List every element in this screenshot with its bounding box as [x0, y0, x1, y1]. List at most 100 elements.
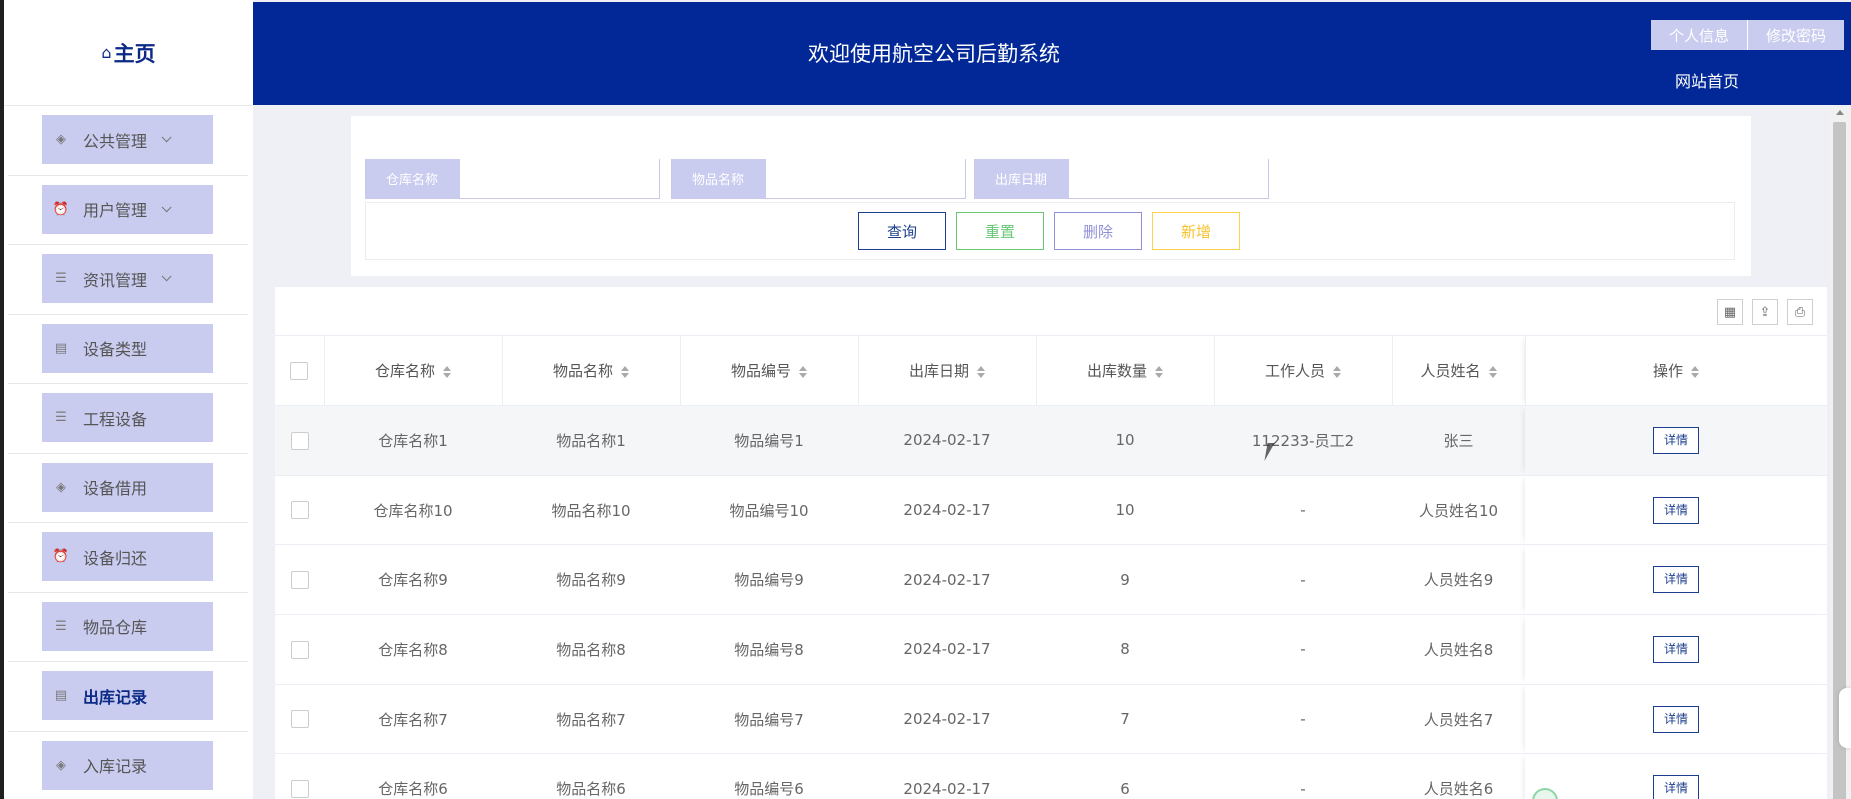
table-row: 仓库名称6 物品名称6 物品编号6 2024-02-17 6- 人员姓名6 详情 — [275, 753, 1827, 799]
table-cell: 10 — [1036, 405, 1214, 476]
sidebar-item-8[interactable]: ☰ 物品仓库 — [42, 601, 213, 651]
table-row: 仓库名称8 物品名称8 物品编号8 2024-02-17 8- 人员姓名8 详情 — [275, 614, 1827, 685]
column-header[interactable]: 出库日期 — [858, 335, 1037, 406]
row-checkbox[interactable] — [290, 710, 309, 729]
row-checkbox[interactable] — [290, 640, 309, 659]
site-home-link[interactable]: 网站首页 — [1675, 68, 1739, 92]
column-header-label: 操作 — [1652, 362, 1683, 380]
detail-button[interactable]: 详情 — [1653, 426, 1699, 454]
columns-icon[interactable]: ▦ — [1717, 299, 1743, 325]
sidebar-item-6[interactable]: ◈ 设备借用 — [42, 462, 213, 512]
column-header[interactable]: 工作人员 — [1214, 335, 1393, 406]
sidebar-item-10[interactable]: ◈ 入库记录 — [42, 740, 213, 790]
scroll-up-icon[interactable] — [1836, 110, 1844, 115]
sort-icon[interactable] — [443, 365, 451, 378]
clipboard-icon: ▤ — [54, 340, 68, 356]
sidebar-item-4[interactable]: ▤ 设备类型 — [42, 323, 213, 373]
export-icon[interactable]: ⇪ — [1752, 299, 1778, 325]
date-filter-label: 出库日期 — [975, 159, 1069, 198]
sidebar-item-label: 公共管理 — [83, 131, 148, 151]
column-header[interactable]: 物品编号 — [680, 335, 859, 406]
table-cell: 人员姓名8 — [1392, 614, 1525, 685]
select-all-checkbox[interactable] — [290, 361, 309, 380]
sidebar-item-7[interactable]: ⏰ 设备归还 — [42, 532, 213, 581]
column-header-label: 仓库名称 — [374, 362, 435, 380]
table-cell: 7 — [1036, 684, 1214, 755]
sort-icon[interactable] — [977, 365, 985, 378]
chevron-down-icon — [161, 201, 172, 212]
sidebar-row: ▤ 设备类型 — [8, 315, 248, 384]
layers-icon: ◈ — [56, 479, 66, 495]
action-cell: 详情 — [1525, 405, 1827, 476]
add-button[interactable]: 新增 — [1152, 212, 1240, 250]
column-header[interactable]: 人员姓名 — [1392, 335, 1526, 406]
table-cell: 10 — [1036, 475, 1214, 546]
profile-button[interactable]: 个人信息 — [1650, 20, 1747, 50]
detail-button[interactable]: 详情 — [1653, 496, 1699, 524]
change-password-button[interactable]: 修改密码 — [1746, 20, 1844, 50]
sort-icon[interactable] — [799, 365, 807, 378]
sidebar-item-9[interactable]: ▤ 出库记录 — [42, 671, 213, 720]
sidebar-item-label: 用户管理 — [83, 201, 148, 220]
delete-button[interactable]: 删除 — [1054, 212, 1142, 250]
sort-icon[interactable] — [1691, 365, 1699, 378]
table-cell: 物品名称10 — [502, 475, 680, 546]
select-cell — [275, 684, 324, 755]
table-cell: 6 — [1036, 753, 1214, 799]
column-header[interactable]: 物品名称 — [502, 335, 681, 406]
table-cell: 8 — [1036, 614, 1214, 685]
table-cell: 物品名称6 — [502, 753, 680, 799]
sidebar-item-3[interactable]: ☰ 资讯管理 — [42, 254, 213, 303]
list-icon: ☰ — [55, 618, 67, 634]
sort-icon[interactable] — [1155, 365, 1163, 378]
sidebar-item-label: 设备借用 — [83, 479, 148, 498]
detail-button[interactable]: 详情 — [1653, 566, 1699, 594]
row-checkbox[interactable] — [290, 431, 309, 450]
sidebar-item-label: 物品仓库 — [83, 618, 148, 637]
table-cell: 人员姓名7 — [1392, 684, 1525, 755]
row-checkbox[interactable] — [290, 780, 309, 799]
select-cell — [275, 753, 324, 799]
column-header[interactable]: 仓库名称 — [324, 335, 503, 406]
table-cell: 人员姓名10 — [1392, 475, 1525, 546]
column-header[interactable]: 操作 — [1525, 335, 1827, 406]
column-header-label: 物品编号 — [730, 362, 791, 380]
table-cell: 2024-02-17 — [858, 614, 1036, 685]
date-filter: 出库日期 — [974, 159, 1269, 199]
item-input[interactable] — [766, 159, 965, 198]
sidebar-item-5[interactable]: ☰ 工程设备 — [42, 393, 213, 442]
reset-button[interactable]: 重置 — [956, 212, 1044, 250]
action-cell: 详情 — [1525, 753, 1827, 799]
warehouse-input[interactable] — [460, 159, 659, 198]
row-checkbox[interactable] — [290, 501, 309, 520]
sidebar-row: ◈ 公共管理 — [8, 106, 248, 176]
sort-icon[interactable] — [621, 365, 629, 378]
action-cell: 详情 — [1525, 475, 1827, 546]
table-cell: 张三 — [1392, 405, 1525, 476]
print-icon[interactable]: ⎙ — [1787, 299, 1813, 325]
sidebar-item-2[interactable]: ⏰ 用户管理 — [42, 184, 213, 234]
row-checkbox[interactable] — [290, 570, 309, 589]
sidebar-item-1[interactable]: ◈ 公共管理 — [42, 115, 213, 164]
warehouse-filter-label: 仓库名称 — [366, 159, 460, 198]
sort-icon[interactable] — [1488, 365, 1497, 378]
sidebar-item-label: 设备归还 — [83, 548, 148, 568]
sidebar-brand[interactable]: ⌂ 主页 — [4, 0, 253, 106]
detail-button[interactable]: 详情 — [1653, 705, 1699, 733]
detail-button[interactable]: 详情 — [1653, 635, 1699, 663]
query-button[interactable]: 查询 — [858, 212, 946, 250]
table-header-row: 仓库名称 物品名称 物品编号 出库日期 出库数量 工作人员 人员姓名 操作 — [275, 335, 1827, 406]
sidebar-item-label: 设备类型 — [83, 340, 148, 359]
table-cell: 物品编号7 — [680, 684, 858, 755]
sort-icon[interactable] — [1333, 365, 1341, 378]
date-input[interactable] — [1069, 159, 1268, 198]
action-cell: 详情 — [1525, 614, 1827, 685]
table-cell: 物品编号10 — [680, 475, 858, 546]
sidebar-menu: ◈ 公共管理 ⏰ 用户管理 ☰ 资讯管理 ▤ 设备类型 ☰ 工程设备 ◈ 设备借用 ⏰ 设备归还 ☰ 物品仓库… — [4, 106, 253, 799]
side-panel-tab[interactable] — [1839, 688, 1851, 748]
sidebar-row: ⏰ 设备归还 — [8, 523, 248, 593]
detail-button[interactable]: 详情 — [1653, 775, 1699, 799]
layers-icon: ◈ — [56, 757, 66, 773]
table-cell: 人员姓名9 — [1392, 544, 1525, 616]
column-header[interactable]: 出库数量 — [1036, 335, 1215, 406]
